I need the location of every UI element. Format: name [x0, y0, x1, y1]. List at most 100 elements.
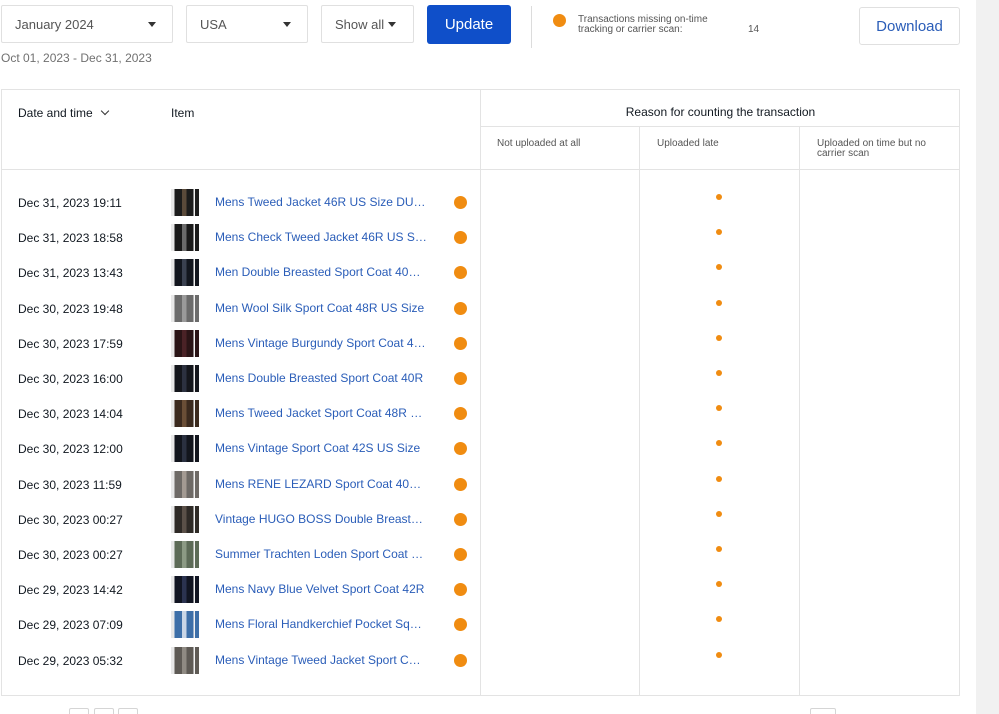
month-select-value: January 2024 — [15, 16, 94, 32]
item-thumbnail[interactable] — [171, 541, 199, 568]
page-scrollbar[interactable] — [976, 0, 999, 714]
legend-count: 14 — [748, 24, 760, 35]
table-row: Dec 31, 2023 19:11 Mens Tweed Jacket 46R … — [2, 186, 960, 221]
reason-header: Reason for counting the transaction — [625, 105, 816, 119]
row-divider — [480, 126, 959, 127]
row-datetime: Dec 30, 2023 16:00 — [18, 372, 123, 386]
flag-dot-icon — [454, 336, 467, 350]
table-row: Dec 30, 2023 17:59 Mens Vintage Burgundy … — [2, 327, 960, 362]
table-row: Dec 29, 2023 05:32 Mens Vintage Tweed Jac… — [2, 644, 960, 679]
flag-dot-icon — [454, 231, 467, 245]
transactions-table: Date and time Item Reason for counting t… — [1, 89, 960, 696]
toolbar-divider — [531, 6, 532, 48]
uploaded-late-marker — [716, 510, 722, 517]
row-datetime: Dec 30, 2023 00:27 — [18, 512, 123, 527]
item-link[interactable]: Men Wool Silk Sport Coat 48R US Size — [215, 301, 427, 315]
country-select[interactable]: USA — [186, 5, 308, 43]
item-thumbnail[interactable] — [171, 435, 199, 463]
item-link[interactable]: Mens Navy Blue Velvet Sport Coat 42R — [215, 582, 427, 596]
item-link[interactable]: Mens Vintage Burgundy Sport Coat 42R — [215, 336, 427, 350]
sort-date-header[interactable]: Date and time — [18, 106, 109, 120]
row-datetime: Dec 30, 2023 12:00 — [18, 442, 123, 457]
flag-dot-icon — [454, 372, 467, 385]
pager-page-button[interactable] — [94, 708, 114, 714]
item-thumbnail[interactable] — [171, 505, 199, 533]
table-row: Dec 30, 2023 00:27 Vintage HUGO BOSS Doub… — [2, 503, 960, 538]
table-row: Dec 29, 2023 14:42 Mens Navy Blue Velvet … — [2, 573, 960, 608]
item-thumbnail[interactable] — [171, 470, 199, 498]
reason-col-not-uploaded: Not uploaded at all — [497, 138, 581, 149]
pager-next-button[interactable] — [118, 708, 138, 714]
col-item-label: Item — [171, 106, 195, 120]
item-thumbnail[interactable] — [171, 646, 199, 674]
chevron-down-icon — [388, 22, 396, 27]
item-link[interactable]: Vintage HUGO BOSS Double Breasted Sport … — [215, 512, 427, 526]
reason-col-no-carrier-scan: Uploaded on time but no carrier scan — [817, 138, 926, 159]
table-row: Dec 31, 2023 13:43 Men Double Breasted Sp… — [2, 256, 960, 291]
item-thumbnail[interactable] — [171, 365, 199, 392]
item-thumbnail[interactable] — [171, 329, 199, 357]
item-link[interactable]: Mens RENE LEZARD Sport Coat 40S US Size — [215, 477, 427, 491]
download-button[interactable]: Download — [859, 7, 960, 45]
item-link[interactable]: Mens Vintage Tweed Jacket Sport Coat 42R — [215, 653, 427, 667]
uploaded-late-marker — [716, 334, 722, 341]
page-size-select[interactable] — [810, 708, 836, 714]
flag-dot-icon — [454, 196, 467, 209]
item-link[interactable]: Summer Trachten Loden Sport Coat 42R — [215, 547, 427, 561]
flag-dot-icon — [454, 301, 467, 315]
flag-dot-icon — [454, 442, 467, 456]
flag-dot-icon — [454, 548, 467, 561]
reason-col-uploaded-late: Uploaded late — [657, 138, 719, 149]
table-row: Dec 30, 2023 00:27 Summer Trachten Loden … — [2, 538, 960, 573]
item-link[interactable]: Mens Floral Handkerchief Pocket Square — [215, 617, 427, 631]
row-datetime: Dec 31, 2023 13:43 — [18, 266, 123, 281]
table-row: Dec 30, 2023 16:00 Mens Double Breasted S… — [2, 362, 960, 397]
row-datetime: Dec 30, 2023 11:59 — [18, 477, 122, 492]
row-datetime: Dec 30, 2023 17:59 — [18, 336, 123, 351]
item-link[interactable]: Mens Check Tweed Jacket 46R US Size — [215, 230, 427, 244]
item-link[interactable]: Mens Vintage Sport Coat 42S US Size — [215, 441, 427, 455]
uploaded-late-marker — [716, 229, 722, 236]
uploaded-late-marker — [716, 546, 722, 552]
row-datetime: Dec 30, 2023 00:27 — [18, 548, 123, 562]
uploaded-late-marker — [716, 194, 722, 200]
uploaded-late-marker — [716, 299, 722, 306]
col-date-label: Date and time — [18, 106, 93, 120]
item-thumbnail[interactable] — [171, 189, 199, 216]
item-link[interactable]: Mens Double Breasted Sport Coat 40R — [215, 371, 427, 385]
flag-dot-icon — [454, 583, 467, 597]
uploaded-late-marker — [716, 581, 722, 588]
item-thumbnail[interactable] — [171, 224, 199, 252]
uploaded-late-marker — [716, 651, 722, 658]
table-row: Dec 31, 2023 18:58 Mens Check Tweed Jacke… — [2, 221, 960, 256]
uploaded-late-marker — [716, 405, 722, 412]
row-datetime: Dec 29, 2023 14:42 — [18, 583, 123, 598]
item-link[interactable]: Mens Tweed Jacket Sport Coat 48R US Size — [215, 406, 427, 420]
item-thumbnail[interactable] — [171, 576, 199, 604]
uploaded-late-marker — [716, 475, 722, 482]
item-thumbnail[interactable] — [171, 294, 199, 322]
update-button[interactable]: Update — [427, 5, 511, 44]
row-datetime: Dec 30, 2023 19:48 — [18, 301, 123, 316]
show-select[interactable]: Show all — [321, 5, 414, 43]
item-thumbnail[interactable] — [171, 400, 199, 428]
uploaded-late-marker — [716, 616, 722, 623]
row-datetime: Dec 29, 2023 05:32 — [18, 653, 123, 668]
row-datetime: Dec 31, 2023 18:58 — [18, 231, 123, 246]
row-divider — [2, 169, 959, 170]
item-thumbnail[interactable] — [171, 611, 199, 639]
uploaded-late-marker — [716, 264, 722, 271]
legend-text: Transactions missing on-time tracking or… — [578, 14, 708, 35]
item-thumbnail[interactable] — [171, 259, 199, 287]
row-datetime: Dec 30, 2023 14:04 — [18, 407, 123, 422]
item-link[interactable]: Men Double Breasted Sport Coat 40R US Si… — [215, 265, 427, 279]
show-select-value: Show all — [335, 16, 385, 32]
table-row: Dec 30, 2023 14:04 Mens Tweed Jacket Spor… — [2, 397, 960, 432]
pager-prev-button[interactable] — [69, 708, 89, 714]
month-select[interactable]: January 2024 — [1, 5, 173, 43]
chevron-down-icon — [148, 22, 156, 27]
legend-dot-icon — [553, 14, 566, 27]
chevron-down-icon — [283, 22, 291, 27]
item-link[interactable]: Mens Tweed Jacket 46R US Size DUNN & CO — [215, 195, 427, 209]
row-datetime: Dec 31, 2023 19:11 — [18, 196, 122, 210]
